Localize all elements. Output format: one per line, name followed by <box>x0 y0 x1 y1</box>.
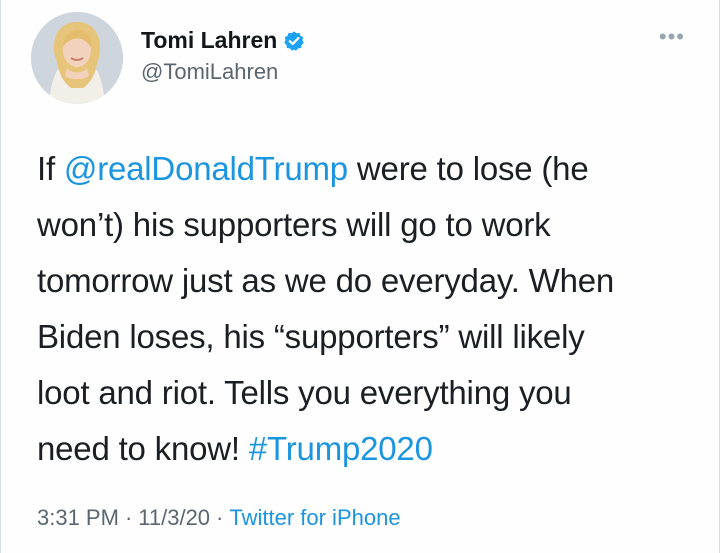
tweet-date[interactable]: 11/3/20 <box>138 505 210 530</box>
author-name[interactable]: Tomi Lahren <box>141 27 277 54</box>
author-name-row: Tomi Lahren <box>141 27 305 54</box>
avatar[interactable] <box>31 12 123 104</box>
meta-separator: · <box>216 505 224 530</box>
tweet-line-3: tomorrow just as we do everyday. When <box>37 262 615 299</box>
tweet-text: If @realDonaldTrump were to lose (he won… <box>37 141 687 477</box>
meta-separator: · <box>124 505 133 530</box>
tweet-card: Tomi Lahren @TomiLahren ••• If @realDona… <box>0 0 720 553</box>
author-handle[interactable]: @TomiLahren <box>141 59 305 85</box>
tweet-text-segment: If <box>37 150 64 187</box>
tweet-source-link[interactable]: Twitter for iPhone <box>229 505 400 530</box>
tweet-line-5: loot and riot. Tells you everything you <box>37 374 572 411</box>
verified-badge-icon <box>283 30 305 52</box>
tweet-text-segment: were to lose (he <box>347 150 589 187</box>
tweet-time[interactable]: 3:31 PM <box>37 505 119 530</box>
tweet-header: Tomi Lahren @TomiLahren <box>31 12 305 104</box>
avatar-image <box>31 12 123 104</box>
tweet-line-1: If @realDonaldTrump were to lose (he <box>37 141 687 197</box>
mention-link[interactable]: @realDonaldTrump <box>64 150 348 187</box>
tweet-line-6: need to know! #Trump2020 <box>37 421 687 477</box>
tweet-meta: 3:31 PM · 11/3/20 · Twitter for iPhone <box>37 505 401 531</box>
hashtag-link[interactable]: #Trump2020 <box>249 430 433 467</box>
author-block: Tomi Lahren @TomiLahren <box>141 27 305 85</box>
tweet-line-2: won’t) his supporters will go to work <box>37 206 551 243</box>
tweet-text-segment: need to know! <box>37 430 249 467</box>
more-options-icon[interactable]: ••• <box>659 26 685 48</box>
tweet-line-4: Biden loses, his “supporters” will likel… <box>37 318 585 355</box>
